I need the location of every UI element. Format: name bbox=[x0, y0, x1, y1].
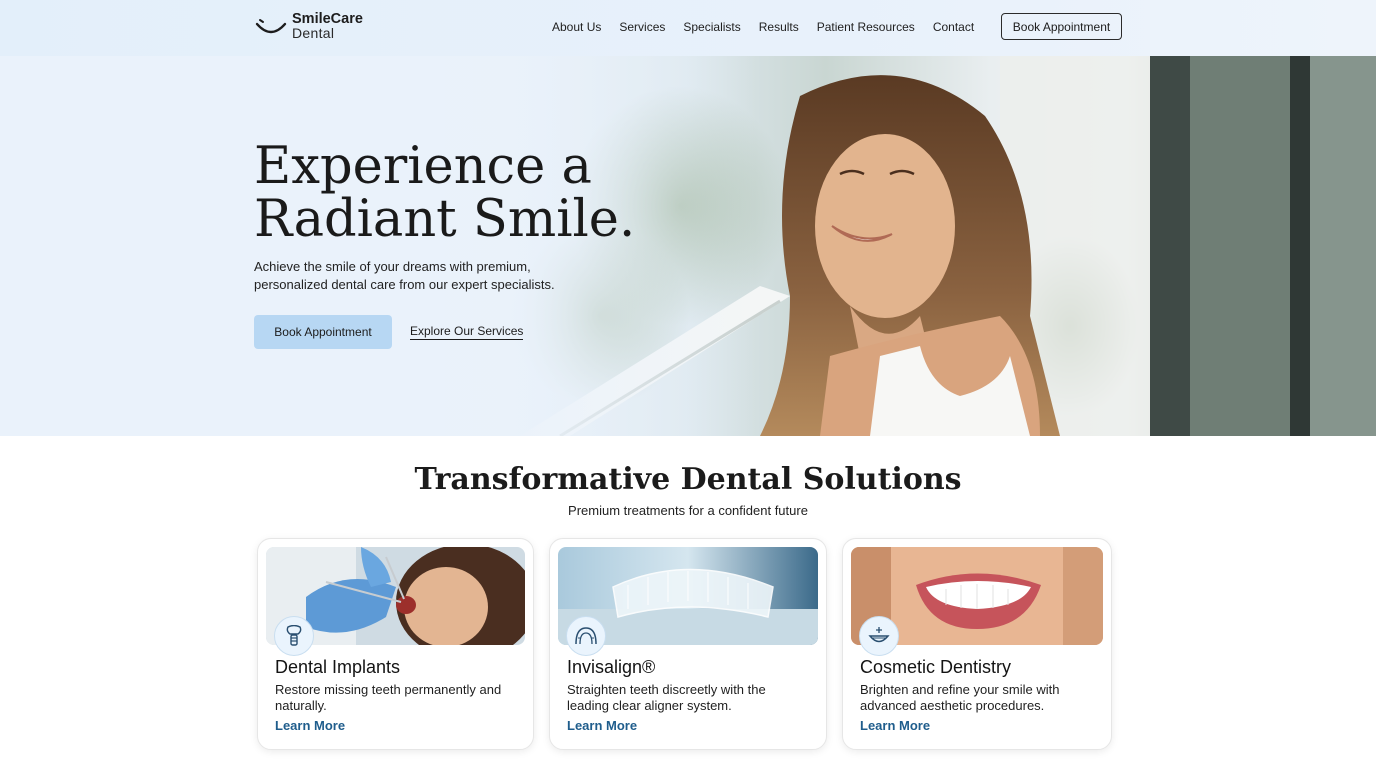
hero-section: Experience a Radiant Smile. Achieve the … bbox=[0, 56, 1376, 436]
smile-sparkle-icon bbox=[859, 616, 899, 656]
service-card-cosmetic-dentistry[interactable]: Cosmetic Dentistry Brighten and refine y… bbox=[842, 538, 1112, 750]
main-nav: About Us Services Specialists Results Pa… bbox=[543, 0, 983, 54]
hero-photo bbox=[0, 56, 1376, 436]
nav-services[interactable]: Services bbox=[619, 20, 665, 34]
nav-patient-resources[interactable]: Patient Resources bbox=[817, 20, 915, 34]
card-description: Brighten and refine your smile with adva… bbox=[860, 682, 1060, 713]
learn-more-link[interactable]: Learn More bbox=[567, 718, 637, 733]
service-card-invisalign[interactable]: Invisalign® Straighten teeth discreetly … bbox=[549, 538, 827, 750]
services-subtitle: Premium treatments for a confident futur… bbox=[568, 503, 808, 518]
nav-specialists[interactable]: Specialists bbox=[683, 20, 740, 34]
card-title: Invisalign® bbox=[567, 657, 656, 677]
card-title: Cosmetic Dentistry bbox=[860, 657, 1012, 677]
service-card-dental-implants[interactable]: Dental Implants Restore missing teeth pe… bbox=[257, 538, 534, 750]
hero-book-appointment-button[interactable]: Book Appointment bbox=[254, 315, 392, 349]
learn-more-link[interactable]: Learn More bbox=[860, 718, 930, 733]
aligner-icon bbox=[566, 616, 606, 656]
card-description: Straighten teeth discreetly with the lea… bbox=[567, 682, 766, 713]
card-description: Restore missing teeth permanently and na… bbox=[275, 682, 502, 713]
learn-more-link[interactable]: Learn More bbox=[275, 718, 345, 733]
smile-logo-icon bbox=[255, 19, 287, 34]
hero-title-line-2: Radiant Smile. bbox=[254, 190, 636, 249]
hero-description: Achieve the smile of your dreams with pr… bbox=[254, 259, 555, 292]
explore-services-link[interactable]: Explore Our Services bbox=[410, 324, 524, 340]
brand-sub: Dental bbox=[292, 25, 335, 41]
site-header: SmileCare Dental About Us Services Speci… bbox=[0, 0, 1376, 56]
services-title: Transformative Dental Solutions bbox=[414, 462, 962, 497]
hero-title-line-1: Experience a bbox=[254, 137, 592, 196]
logo[interactable]: SmileCare Dental bbox=[254, 12, 363, 40]
nav-about-us[interactable]: About Us bbox=[552, 20, 601, 34]
header-book-appointment-button[interactable]: Book Appointment bbox=[1001, 13, 1122, 40]
card-title: Dental Implants bbox=[275, 657, 401, 677]
nav-results[interactable]: Results bbox=[759, 20, 799, 34]
hero-title: Experience a Radiant Smile. bbox=[254, 140, 674, 246]
nav-contact[interactable]: Contact bbox=[933, 20, 974, 34]
tooth-implant-icon bbox=[274, 616, 314, 656]
brand-name: SmileCare bbox=[292, 11, 363, 27]
